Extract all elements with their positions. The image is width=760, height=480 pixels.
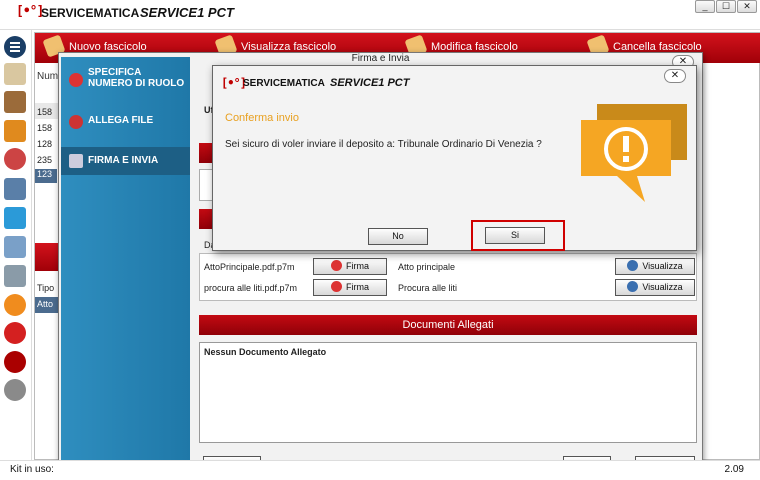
chat-icon[interactable] [4, 207, 26, 229]
window-controls: _ ☐ ✕ [695, 0, 757, 13]
list-row[interactable]: 158 [37, 107, 52, 117]
menu-icon[interactable] [4, 36, 26, 58]
sidebar-item-label: FIRMA E INVIA [88, 155, 159, 166]
sidebar-item-numero-ruolo[interactable]: SPECIFICA NUMERO DI RUOLO [61, 67, 190, 101]
briefcase-icon[interactable] [4, 120, 26, 142]
column-header-num: Num [37, 71, 59, 82]
si-button[interactable]: Si [485, 227, 545, 244]
brand-name: SERVICEMATICA [41, 6, 140, 20]
allegati-list: Nessun Documento Allegato [199, 342, 697, 443]
list-row[interactable]: 158 [37, 123, 52, 133]
envelope-icon [69, 154, 83, 168]
button-label: Visualizza [642, 282, 683, 292]
product-name: SERVICE1 PCT [140, 5, 234, 20]
allegati-header: Documenti Allegati [199, 315, 697, 335]
button-label: Firma [346, 261, 369, 271]
list-row-selected[interactable]: 123 [35, 169, 57, 183]
file-type: Atto principale [398, 262, 456, 272]
signature-icon [331, 260, 342, 271]
court-building-icon[interactable] [4, 178, 26, 200]
product-name: SERVICE1 PCT [330, 77, 410, 89]
search-document-icon[interactable] [4, 236, 26, 258]
minimize-button[interactable]: _ [695, 0, 715, 13]
file-name: AttoPrincipale.pdf.p7m [204, 262, 295, 272]
close-window-button[interactable]: ✕ [737, 0, 757, 13]
wallet-icon[interactable] [4, 91, 26, 113]
settings-gear-icon[interactable] [4, 379, 26, 401]
list-row[interactable]: 235 [37, 155, 52, 165]
calculator-icon[interactable] [4, 265, 26, 287]
confirm-invio-dialog: ✕ [•°] SERVICEMATICA SERVICE1 PCT Confer… [212, 65, 697, 251]
alert-stamp-icon[interactable] [4, 322, 26, 344]
brand-name: SERVICEMATICA [243, 78, 325, 89]
maximize-button[interactable]: ☐ [716, 0, 736, 13]
eye-icon [627, 260, 639, 271]
firma-button[interactable]: Firma [313, 279, 387, 296]
eye-icon [627, 281, 639, 292]
confirm-message: Sei sicuro di voler inviare il deposito … [225, 139, 542, 150]
confirm-heading: Conferma invio [225, 112, 299, 124]
sidebar-item-allega-file[interactable]: ALLEGA FILE [61, 112, 190, 132]
column-header-tipo: Tipo [37, 283, 55, 293]
list-row[interactable]: 128 [37, 139, 52, 149]
firma-button[interactable]: Firma [313, 258, 387, 275]
section-strip [199, 209, 213, 229]
visualizza-button[interactable]: Visualizza [615, 258, 695, 275]
clipboard-icon[interactable] [4, 63, 26, 85]
pin-icon [69, 115, 83, 129]
allegati-empty-text: Nessun Documento Allegato [204, 347, 327, 357]
record-icon[interactable] [4, 351, 26, 373]
sidebar-item-label: ALLEGA FILE [88, 115, 154, 126]
sidebar-item-label: NUMERO DI RUOLO [88, 78, 185, 89]
confirm-close-button[interactable]: ✕ [664, 69, 686, 83]
warning-speech-bubbles-icon [581, 104, 687, 202]
version-label: 2.09 [724, 464, 744, 475]
user-icon[interactable] [4, 148, 26, 170]
app-logo-icon: [•°] [16, 4, 44, 19]
visualizza-button[interactable]: Visualizza [615, 279, 695, 296]
signature-icon [331, 281, 342, 292]
file-type: Procura alle liti [398, 283, 458, 293]
partial-box [199, 169, 213, 201]
section-strip [199, 143, 213, 163]
button-label: Firma [346, 282, 369, 292]
file-name: procura alle liti.pdf.p7m [204, 283, 298, 293]
flag-icon [69, 73, 83, 87]
sidebar-item-label: SPECIFICA [88, 67, 142, 78]
no-button[interactable]: No [368, 228, 428, 245]
sidebar-item-firma-invia[interactable]: FIRMA E INVIA [61, 147, 190, 175]
title-bar: [•°] SERVICEMATICA SERVICE1 PCT _ ☐ ✕ [0, 0, 760, 30]
cloud-upload-icon[interactable] [4, 294, 26, 316]
left-icon-bar [0, 30, 32, 460]
status-bar: Kit in uso: 2.09 [0, 460, 760, 480]
wizard-sidebar: SPECIFICA NUMERO DI RUOLO ALLEGA FILE FI… [61, 57, 190, 477]
kit-label: Kit in uso: [10, 464, 54, 475]
button-label: Visualizza [642, 261, 683, 271]
